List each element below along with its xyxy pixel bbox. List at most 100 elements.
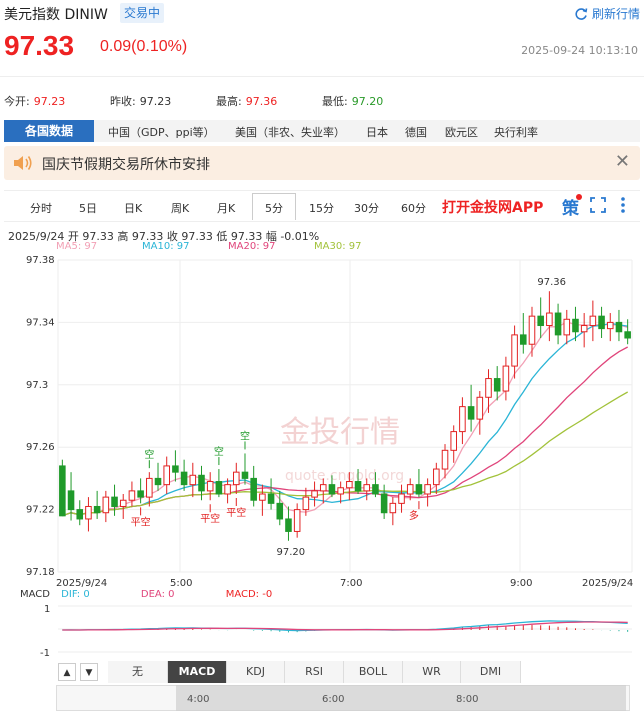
candle-body <box>354 481 362 492</box>
candle-body <box>146 477 153 498</box>
tab-eurozone[interactable]: 欧元区 <box>445 124 478 140</box>
stat-label: 昨收: <box>110 95 136 108</box>
candle-body <box>59 465 66 517</box>
fullscreen-icon[interactable] <box>590 197 606 213</box>
tab-japan[interactable]: 日本 <box>366 124 388 140</box>
tab-central-bank-rate[interactable]: 央行利率 <box>494 124 538 140</box>
refresh-button[interactable]: 刷新行情 <box>574 5 640 22</box>
candle-body <box>380 493 388 514</box>
tab-usa[interactable]: 美国（非农、失业率） <box>235 124 345 140</box>
signal-label: 多 <box>409 509 419 522</box>
candle-body <box>389 502 397 514</box>
indicator-tab-boll[interactable]: BOLL <box>344 661 403 683</box>
watermark-subtext: quote.cngold.org <box>285 468 404 484</box>
x-tick-label: 5:00 <box>170 578 192 588</box>
candle-body <box>76 509 84 520</box>
candle-body <box>572 318 579 333</box>
candle-body <box>372 484 379 495</box>
notice-text[interactable]: 国庆节假期交易所休市安排 <box>42 154 210 174</box>
refresh-icon <box>575 7 588 20</box>
indicator-tab-none[interactable]: 无 <box>108 661 168 683</box>
indicator-tab-macd[interactable]: MACD <box>168 661 227 683</box>
range-tick: 4:00 <box>187 694 210 705</box>
candle-body <box>493 378 501 392</box>
nav-down-button[interactable]: ▼ <box>80 663 98 681</box>
indicator-tab-rsi[interactable]: RSI <box>285 661 344 683</box>
tab-country-data[interactable]: 各国数据 <box>4 120 94 142</box>
high-label: 97.36 <box>537 277 566 288</box>
candle-body <box>467 406 475 420</box>
nav-up-button[interactable]: ▲ <box>58 663 76 681</box>
indicator-tab-kdj[interactable]: KDJ <box>227 661 285 683</box>
tab-weekly-k[interactable]: 周K <box>171 200 189 216</box>
stat-low: 最低: 97.20 <box>322 93 383 109</box>
refresh-label: 刷新行情 <box>591 7 640 21</box>
candle-body <box>589 315 597 327</box>
price-change: 0.09(0.10%) <box>100 38 188 55</box>
candle-body <box>154 477 162 486</box>
tab-5min[interactable]: 5分 <box>265 200 283 216</box>
candle-body <box>180 471 188 486</box>
macd-value: MACD: -0 <box>225 589 273 600</box>
divider <box>0 76 644 77</box>
watermark-text: 金投行情 <box>280 415 400 450</box>
tab-daily-k[interactable]: 日K <box>124 200 142 216</box>
tab-5day[interactable]: 5日 <box>79 200 97 216</box>
dif-value: DIF: 0 <box>61 589 90 600</box>
candle-body <box>328 484 336 495</box>
candle-body <box>67 490 75 511</box>
quote-timestamp: 2025-09-24 10:13:10 <box>521 44 638 57</box>
tab-intraday[interactable]: 分时 <box>30 200 52 216</box>
candle-body <box>276 502 284 520</box>
candle-body <box>206 481 214 492</box>
stat-value: 97.36 <box>245 95 278 108</box>
candle-body <box>93 505 101 514</box>
tab-30min[interactable]: 30分 <box>354 200 379 216</box>
x-tick-label: 7:00 <box>340 578 362 588</box>
kline-chart[interactable]: 金投行情 quote.cngold.org 97.38 97.34 97.3 97.2… <box>0 252 644 588</box>
open-app-link[interactable]: 打开金投网APP <box>442 197 543 217</box>
y-tick-label: 97.26 <box>26 442 55 453</box>
candle-body <box>606 321 614 330</box>
notification-dot <box>576 194 582 200</box>
candle-body <box>102 496 110 514</box>
tab-monthly-k[interactable]: 月K <box>217 200 235 216</box>
ma20-legend: MA20: 97 <box>228 241 276 252</box>
stat-value: 97.23 <box>33 95 66 108</box>
stat-prev-close: 昨收: 97.23 <box>110 93 171 109</box>
tab-china[interactable]: 中国（GDP、ppi等） <box>108 124 215 140</box>
tab-germany[interactable]: 德国 <box>405 124 427 140</box>
stat-high: 最高: 97.36 <box>216 93 277 109</box>
candle-body <box>337 487 344 495</box>
close-icon[interactable]: ✕ <box>615 151 630 172</box>
low-label: 97.20 <box>276 547 305 558</box>
stat-value: 97.23 <box>139 95 172 108</box>
range-window[interactable] <box>176 685 626 711</box>
x-tick-label: 9:00 <box>510 578 532 588</box>
stat-value: 97.20 <box>351 95 384 108</box>
candle-body <box>111 496 118 507</box>
candle-body <box>624 331 631 339</box>
dea-value: DEA: 0 <box>140 589 175 600</box>
ma10-legend: MA10: 97 <box>142 241 190 252</box>
candle-body <box>250 477 257 501</box>
stat-open: 今开: 97.23 <box>4 93 65 109</box>
signal-label: 空 <box>144 448 154 461</box>
indicator-tab-dmi[interactable]: DMI <box>461 661 521 683</box>
candle-body <box>128 490 136 501</box>
indicator-tab-wr[interactable]: WR <box>403 661 461 683</box>
range-tick: 6:00 <box>322 694 345 705</box>
candle-body <box>241 471 249 479</box>
x-tick-label: 2025/9/24 <box>582 578 633 588</box>
candle-body <box>554 312 562 336</box>
more-menu-icon[interactable] <box>620 196 626 214</box>
candle-body <box>520 334 527 345</box>
macd-chart[interactable]: 1 -1 <box>0 600 644 658</box>
candle-body <box>172 465 179 473</box>
tab-15min[interactable]: 15分 <box>309 200 334 216</box>
candle-body <box>189 474 197 486</box>
stat-label: 最低: <box>322 95 348 108</box>
tab-60min[interactable]: 60分 <box>401 200 426 216</box>
y-tick-label: 97.38 <box>26 255 55 266</box>
ma30-legend: MA30: 97 <box>314 241 362 252</box>
